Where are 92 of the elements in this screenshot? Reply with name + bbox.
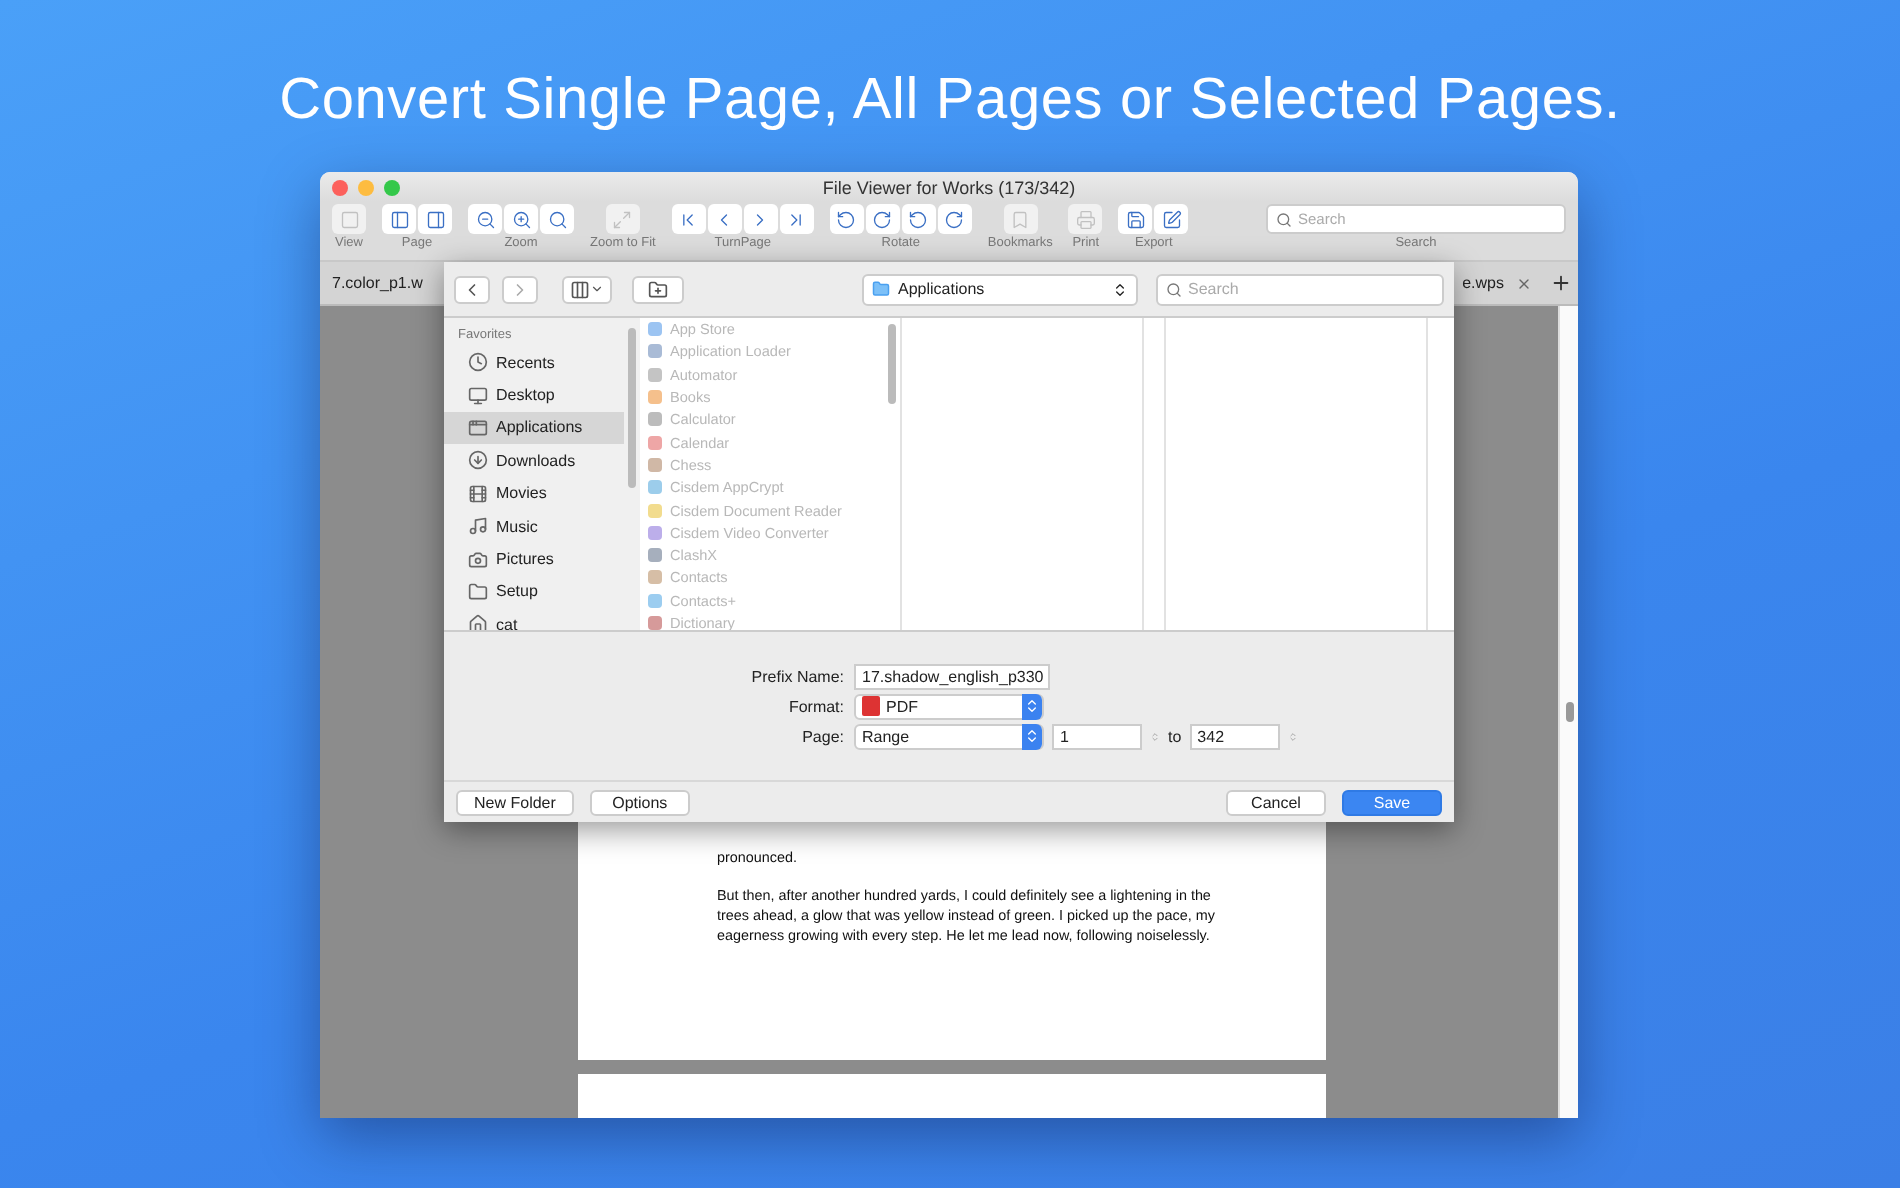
camera-icon <box>468 549 488 570</box>
toolbar-button[interactable] <box>540 204 574 234</box>
toolbar-button[interactable] <box>671 204 706 234</box>
back-button[interactable] <box>454 275 490 303</box>
toolbar-button[interactable] <box>382 204 416 234</box>
apps-icon <box>468 417 488 438</box>
printer-icon <box>1075 209 1096 229</box>
location-dropdown[interactable]: Applications <box>862 273 1138 305</box>
toolbar-button[interactable] <box>1118 204 1153 234</box>
field-label: Page: <box>800 727 844 745</box>
updown-icon <box>1112 281 1128 297</box>
window-title: File Viewer for Works (173/342) <box>822 177 1078 197</box>
new-folder-button[interactable] <box>632 275 684 303</box>
updown-icon <box>1024 698 1040 714</box>
format-dropdown[interactable]: PDF <box>854 693 1044 719</box>
toolbar-button[interactable] <box>901 204 936 234</box>
toolbar-button[interactable] <box>707 204 742 234</box>
sidebar-item[interactable]: Movies <box>444 477 624 510</box>
square-icon <box>339 209 359 229</box>
last-page-icon <box>786 209 807 229</box>
caret-icon <box>590 282 604 296</box>
search-icon <box>1166 281 1182 297</box>
toolbar-button[interactable] <box>829 204 864 234</box>
add-tab-icon[interactable] <box>1550 272 1572 294</box>
prefix-name-field[interactable]: 17.shadow_english_p330 <box>854 663 1050 689</box>
toolbar-button[interactable] <box>504 204 538 234</box>
film-icon <box>468 483 488 504</box>
page-dropdown[interactable]: Range <box>854 723 1044 749</box>
pdf-file-icon <box>862 696 880 716</box>
dialog-button[interactable]: New Folder <box>456 789 574 815</box>
sidebar-item[interactable]: Recents <box>444 346 624 379</box>
home-icon <box>468 614 488 630</box>
field-label: Prefix Name: <box>749 667 844 685</box>
close-button[interactable] <box>332 179 348 195</box>
close-icon[interactable] <box>1516 275 1532 291</box>
toolbar-button[interactable] <box>1154 204 1189 234</box>
headline: Convert Single Page, All Pages or Selected Pages. <box>279 68 1621 136</box>
left-panel-icon <box>389 209 409 229</box>
edit-icon <box>1161 209 1182 229</box>
sidebar-item[interactable]: Music <box>444 509 624 543</box>
dialog-button[interactable]: Cancel <box>1226 789 1326 815</box>
music-icon <box>468 516 488 537</box>
to-page-field[interactable]: 342 <box>1189 723 1280 749</box>
minimize-button[interactable] <box>358 179 374 195</box>
scroll-thumb[interactable] <box>888 324 896 404</box>
rotate-left-icon <box>836 209 857 229</box>
search-icon <box>1276 211 1292 227</box>
stepper-icon[interactable] <box>1287 729 1298 743</box>
sidebar-item[interactable]: Downloads <box>444 444 624 478</box>
toolbar-button[interactable] <box>468 204 502 234</box>
zoom-out-icon <box>475 209 495 229</box>
sidebar-item[interactable]: cat <box>444 608 624 630</box>
toolbar-button[interactable] <box>743 204 778 234</box>
expand-icon <box>612 209 633 229</box>
first-page-icon <box>678 209 699 229</box>
toolbar-button[interactable] <box>418 204 452 234</box>
zoom-button[interactable] <box>384 179 400 195</box>
forward-button[interactable] <box>502 275 538 303</box>
rotate-right-icon <box>944 209 965 229</box>
right-panel-icon <box>425 209 445 229</box>
sidebar-item[interactable]: Desktop <box>444 378 624 412</box>
dialog-button[interactable]: Options <box>589 789 690 815</box>
folder-plus-icon <box>648 279 668 299</box>
stepper-icon[interactable] <box>1150 729 1160 743</box>
folder-icon <box>872 280 890 298</box>
sidebar-item[interactable]: Setup <box>444 575 624 609</box>
dialog-button[interactable]: Save <box>1342 789 1442 815</box>
toolbar-button[interactable] <box>937 204 972 234</box>
folder-icon <box>468 581 488 602</box>
from-page-field[interactable]: 1 <box>1052 723 1142 749</box>
rotate-right-icon <box>872 209 893 229</box>
monitor-icon <box>468 385 488 406</box>
field-label: Format: <box>786 697 844 715</box>
clock-icon <box>468 352 488 373</box>
view-mode-button[interactable] <box>562 275 612 303</box>
document-tab[interactable]: 7.color_p1.w <box>320 262 435 304</box>
toolbar-button[interactable] <box>865 204 900 234</box>
scroll-thumb[interactable] <box>1565 702 1573 722</box>
updown-icon <box>1024 728 1040 744</box>
scroll-thumb[interactable] <box>628 328 636 488</box>
magnifier-icon <box>547 209 567 229</box>
sidebar-item[interactable]: Pictures <box>444 542 624 576</box>
save-icon <box>1125 209 1146 229</box>
field-label: to <box>1168 727 1182 745</box>
document-tab[interactable]: e.wps <box>1450 262 1544 304</box>
rotate-left-icon <box>908 209 929 229</box>
bookmark-icon <box>1010 209 1031 229</box>
toolbar-button[interactable] <box>779 204 814 234</box>
download-icon <box>468 450 488 471</box>
zoom-in-icon <box>511 209 531 229</box>
sidebar-item[interactable]: Applications <box>444 411 624 445</box>
columns-icon <box>570 279 590 299</box>
